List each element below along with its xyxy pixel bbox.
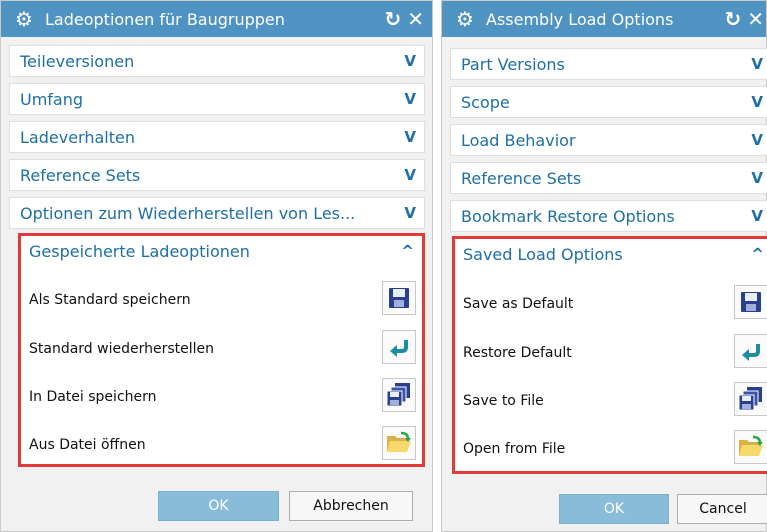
floppy-icon bbox=[389, 288, 409, 308]
chevron-down-icon: V bbox=[404, 52, 416, 70]
row-label: In Datei speichern bbox=[29, 389, 157, 405]
section-bookmark-restore-options[interactable]: Bookmark Restore Options V bbox=[450, 200, 767, 232]
row-save-to-file: Save to File bbox=[455, 382, 767, 420]
row-label: Save as Default bbox=[463, 296, 574, 312]
section-label: Reference Sets bbox=[461, 168, 582, 188]
row-save-to-file: In Datei speichern bbox=[21, 378, 422, 416]
section-part-versions[interactable]: Part Versions V bbox=[450, 48, 767, 80]
return-arrow-icon bbox=[742, 344, 760, 361]
chevron-down-icon: V bbox=[751, 169, 763, 187]
gear-icon: ⚙ bbox=[456, 7, 474, 31]
section-scope[interactable]: Umfang V bbox=[9, 83, 425, 115]
saved-load-options-panel: Saved Load Options ^ Save as Default Res… bbox=[452, 236, 767, 474]
row-restore-default: Restore Default bbox=[455, 334, 767, 372]
chevron-down-icon: V bbox=[404, 128, 416, 146]
chevron-up-icon: ^ bbox=[401, 242, 414, 260]
row-label: Save to File bbox=[463, 393, 544, 409]
restore-default-button[interactable] bbox=[382, 330, 416, 364]
row-label: Open from File bbox=[463, 441, 566, 457]
open-from-file-button[interactable] bbox=[734, 430, 767, 464]
reset-icon[interactable]: ↻ bbox=[384, 7, 401, 31]
section-bookmark-restore-options[interactable]: Optionen zum Wiederherstellen von Les...… bbox=[9, 197, 425, 229]
section-part-versions[interactable]: Teileversionen V bbox=[9, 45, 425, 77]
row-open-from-file: Aus Datei öffnen bbox=[21, 426, 422, 464]
section-label: Teileversionen bbox=[20, 51, 135, 71]
save-to-file-button[interactable] bbox=[734, 382, 767, 416]
row-label: Als Standard speichern bbox=[29, 292, 191, 308]
cancel-button[interactable]: Cancel bbox=[677, 494, 767, 524]
multi-floppy-icon bbox=[386, 383, 410, 407]
section-label: Bookmark Restore Options bbox=[461, 206, 675, 226]
chevron-down-icon: V bbox=[751, 55, 763, 73]
section-label: Gespeicherte Ladeoptionen bbox=[29, 242, 250, 261]
open-from-file-button[interactable] bbox=[382, 426, 416, 460]
row-save-as-default: Als Standard speichern bbox=[21, 281, 422, 319]
dialog-title: Ladeoptionen für Baugruppen bbox=[45, 9, 285, 29]
section-label: Saved Load Options bbox=[463, 245, 623, 264]
row-open-from-file: Open from File bbox=[455, 430, 767, 468]
section-load-behavior[interactable]: Load Behavior V bbox=[450, 124, 767, 156]
chevron-down-icon: V bbox=[751, 207, 763, 225]
dialog-title: Assembly Load Options bbox=[486, 9, 674, 29]
chevron-down-icon: V bbox=[404, 166, 416, 184]
chevron-down-icon: V bbox=[404, 204, 416, 222]
folder-open-icon bbox=[387, 431, 411, 452]
row-label: Restore Default bbox=[463, 345, 572, 361]
title-bar: ⚙ Ladeoptionen für Baugruppen ↻ ✕ bbox=[1, 1, 432, 37]
close-icon[interactable]: ✕ bbox=[407, 7, 424, 31]
dialog-assembly-load-options-en: ⚙ Assembly Load Options ↻ ✕ Part Version… bbox=[441, 0, 767, 532]
cancel-button[interactable]: Abbrechen bbox=[289, 491, 413, 521]
restore-default-button[interactable] bbox=[734, 334, 767, 368]
section-label: Optionen zum Wiederherstellen von Les... bbox=[20, 203, 356, 223]
row-label: Aus Datei öffnen bbox=[29, 437, 146, 453]
saved-load-options-header[interactable]: Saved Load Options ^ bbox=[455, 239, 767, 269]
chevron-down-icon: V bbox=[751, 131, 763, 149]
chevron-down-icon: V bbox=[404, 90, 416, 108]
section-load-behavior[interactable]: Ladeverhalten V bbox=[9, 121, 425, 153]
row-label: Standard wiederherstellen bbox=[29, 341, 215, 357]
title-bar: ⚙ Assembly Load Options ↻ ✕ bbox=[442, 1, 766, 37]
section-label: Ladeverhalten bbox=[20, 127, 135, 147]
saved-load-options-header[interactable]: Gespeicherte Ladeoptionen ^ bbox=[21, 236, 422, 266]
gear-icon: ⚙ bbox=[15, 7, 33, 31]
chevron-down-icon: V bbox=[751, 93, 763, 111]
section-label: Load Behavior bbox=[461, 130, 576, 150]
reset-icon[interactable]: ↻ bbox=[724, 7, 741, 31]
row-restore-default: Standard wiederherstellen bbox=[21, 330, 422, 368]
save-to-file-button[interactable] bbox=[382, 378, 416, 412]
section-reference-sets[interactable]: Reference Sets V bbox=[450, 162, 767, 194]
section-label: Reference Sets bbox=[20, 165, 141, 185]
close-icon[interactable]: ✕ bbox=[747, 7, 764, 31]
save-as-default-button[interactable] bbox=[382, 281, 416, 315]
section-reference-sets[interactable]: Reference Sets V bbox=[9, 159, 425, 191]
section-label: Umfang bbox=[20, 89, 84, 109]
section-label: Scope bbox=[461, 92, 510, 112]
dialog-assembly-load-options-de: ⚙ Ladeoptionen für Baugruppen ↻ ✕ Teilev… bbox=[0, 0, 433, 532]
multi-floppy-icon bbox=[738, 387, 762, 411]
chevron-up-icon: ^ bbox=[751, 245, 764, 263]
section-scope[interactable]: Scope V bbox=[450, 86, 767, 118]
floppy-icon bbox=[741, 292, 761, 312]
section-label: Part Versions bbox=[461, 54, 565, 74]
row-save-as-default: Save as Default bbox=[455, 285, 767, 323]
folder-open-icon bbox=[739, 435, 763, 456]
saved-load-options-panel: Gespeicherte Ladeoptionen ^ Als Standard… bbox=[18, 233, 425, 467]
return-arrow-icon bbox=[390, 340, 408, 357]
ok-button[interactable]: OK bbox=[158, 491, 279, 521]
save-as-default-button[interactable] bbox=[734, 285, 767, 319]
ok-button[interactable]: OK bbox=[559, 494, 669, 524]
